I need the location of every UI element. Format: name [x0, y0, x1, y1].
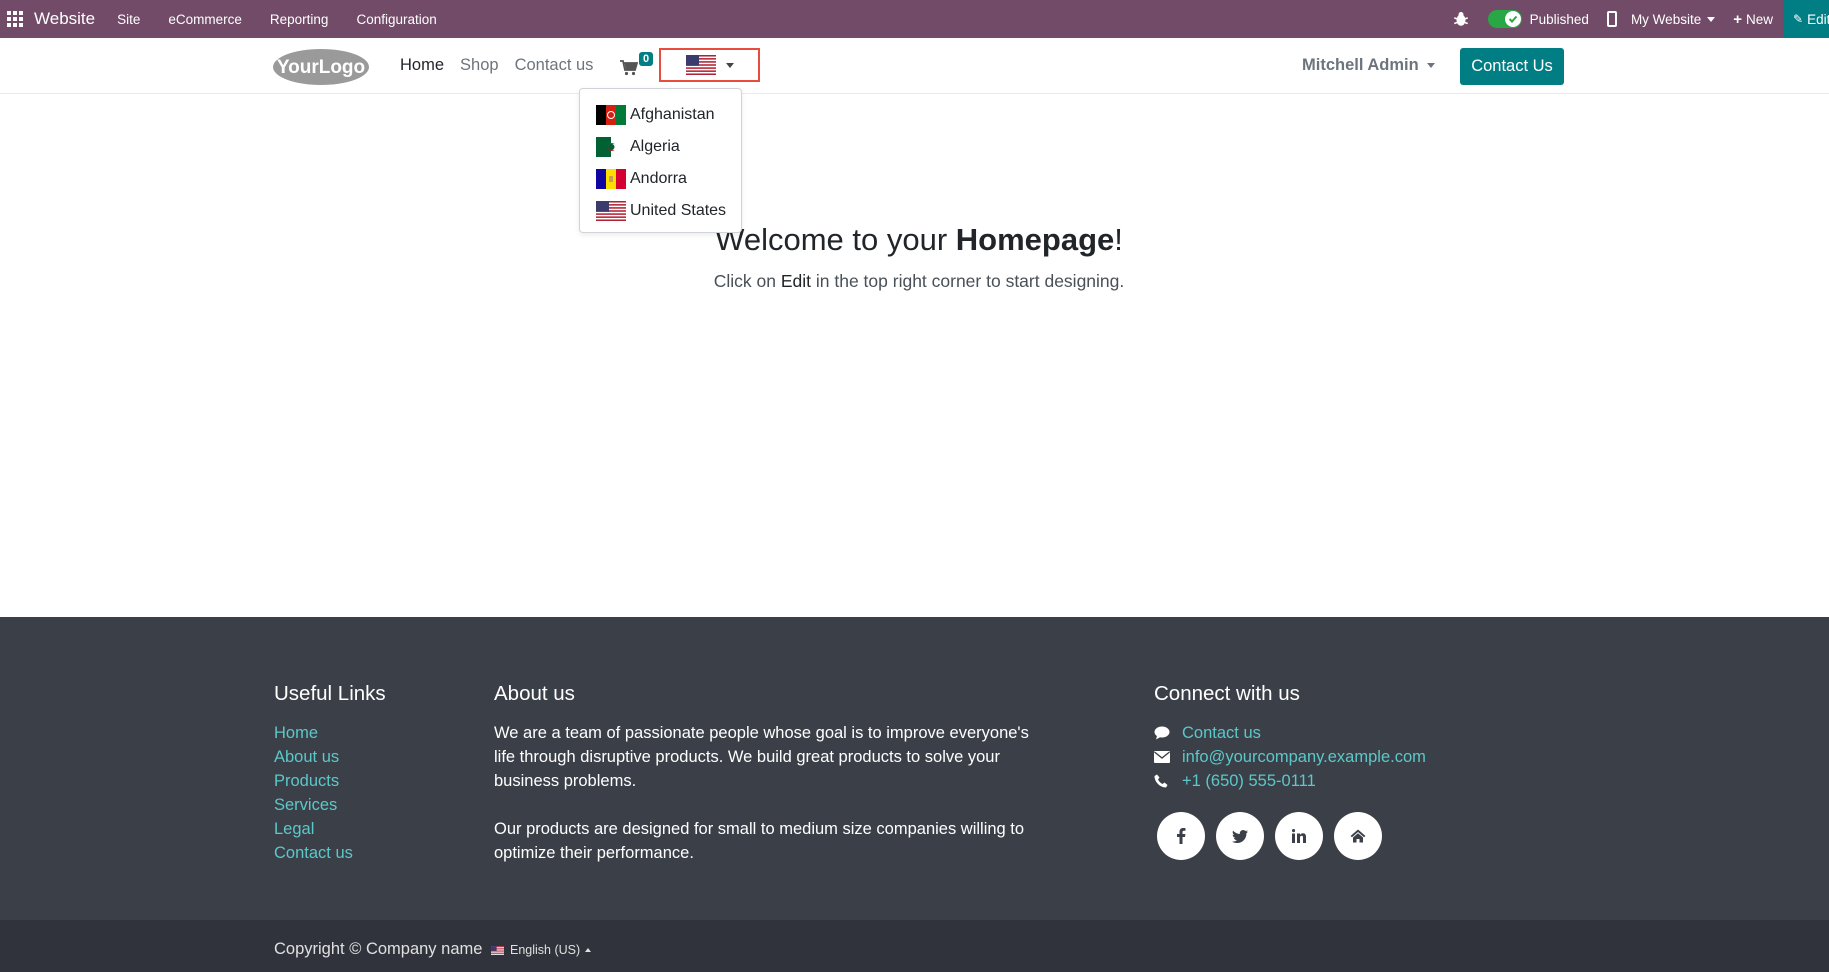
main-nav: Home Shop Contact us	[400, 56, 609, 75]
dropdown-item-united-states[interactable]: United States	[580, 195, 741, 227]
dropdown-item-label: United States	[630, 202, 727, 219]
country-dropdown-menu: Afghanistan Algeria Andorra United State…	[579, 88, 742, 233]
about-paragraph-1: We are a team of passionate people whose…	[494, 724, 1029, 790]
dropdown-item-afghanistan[interactable]: Afghanistan	[580, 99, 741, 131]
connect-phone-row[interactable]: +1 (650) 555-0111	[1154, 769, 1426, 793]
facebook-icon[interactable]	[1157, 812, 1205, 860]
site-footer: Useful Links Home About us Products Serv…	[0, 617, 1829, 920]
useful-links-list: Home About us Products Services Legal Co…	[274, 721, 353, 865]
welcome-bold: Homepage	[955, 222, 1115, 257]
admin-navbar: Website Site eCommerce Reporting Configu…	[0, 0, 1829, 38]
pencil-icon: ✎	[1793, 12, 1804, 26]
bug-icon[interactable]	[1452, 10, 1470, 28]
about-title: About us	[494, 682, 575, 705]
home-icon[interactable]	[1334, 812, 1382, 860]
edit-button-label: Edit	[1807, 11, 1829, 27]
sub-edit: Edit	[780, 271, 812, 291]
cart-link[interactable]: 0	[620, 52, 660, 80]
user-menu[interactable]: Mitchell Admin	[1302, 56, 1435, 75]
caret-down-icon	[1426, 63, 1435, 68]
footer-link-home[interactable]: Home	[274, 721, 353, 745]
new-button[interactable]: + New	[1733, 11, 1773, 28]
sub-suffix: in the top right corner to start designi…	[811, 271, 1125, 291]
phone-icon	[1154, 774, 1182, 788]
dropdown-item-label: Andorra	[630, 170, 687, 187]
country-selector[interactable]	[659, 48, 760, 82]
logo-text: YourLogo	[277, 57, 365, 78]
dropdown-item-label: Algeria	[630, 138, 680, 155]
copyright-text: Copyright © Company name	[274, 940, 483, 958]
connect-phone-link[interactable]: +1 (650) 555-0111	[1182, 769, 1316, 793]
menu-reporting[interactable]: Reporting	[270, 12, 329, 27]
about-paragraph-2: Our products are designed for small to m…	[494, 820, 1025, 862]
united-states-flag-icon	[685, 55, 716, 75]
copyright-bar: Copyright © Company name English (US)	[0, 920, 1829, 972]
app-brand[interactable]: Website	[34, 9, 95, 29]
website-switcher-label: My Website	[1630, 11, 1702, 27]
footer-link-contact-us[interactable]: Contact us	[274, 841, 353, 865]
useful-links-title: Useful Links	[274, 682, 386, 705]
plus-icon: +	[1733, 10, 1742, 28]
contact-us-button[interactable]: Contact Us	[1460, 48, 1564, 85]
nav-shop[interactable]: Shop	[460, 56, 499, 75]
site-header: YourLogo Home Shop Contact us 0 Mitchell…	[0, 38, 1829, 94]
language-selector[interactable]: English (US)	[491, 943, 592, 957]
welcome-prefix: Welcome to your	[715, 222, 956, 257]
language-label: English (US)	[510, 943, 581, 957]
check-icon	[1504, 11, 1521, 27]
caret-up-icon	[585, 948, 592, 952]
company-logo[interactable]: YourLogo	[272, 48, 370, 86]
welcome-suffix: !	[1114, 222, 1123, 257]
united-states-flag-icon	[596, 201, 626, 221]
connect-contact-row[interactable]: Contact us	[1154, 721, 1426, 745]
menu-site[interactable]: Site	[117, 12, 140, 27]
connect-email-row[interactable]: info@yourcompany.example.com	[1154, 745, 1426, 769]
website-switcher[interactable]: My Website	[1630, 11, 1716, 27]
andorra-flag-icon	[596, 169, 626, 189]
user-name: Mitchell Admin	[1302, 56, 1419, 74]
afghanistan-flag-icon	[596, 105, 626, 125]
connect-contact-link[interactable]: Contact us	[1182, 721, 1261, 745]
dropdown-item-algeria[interactable]: Algeria	[580, 131, 741, 163]
edit-button[interactable]: ✎ Edit	[1783, 0, 1829, 38]
nav-contact-us[interactable]: Contact us	[515, 56, 594, 75]
dropdown-item-label: Afghanistan	[630, 106, 715, 123]
envelope-icon	[1154, 751, 1182, 763]
published-label[interactable]: Published	[1530, 12, 1589, 27]
connect-title: Connect with us	[1154, 682, 1300, 705]
page-title: Welcome to your Homepage!	[0, 222, 1829, 258]
cart-count-badge: 0	[639, 52, 654, 66]
connect-email-link[interactable]: info@yourcompany.example.com	[1182, 745, 1426, 769]
social-links	[1157, 812, 1393, 860]
mobile-preview-icon[interactable]	[1606, 11, 1617, 27]
connect-list: Contact us info@yourcompany.example.com …	[1154, 721, 1426, 793]
twitter-icon[interactable]	[1216, 812, 1264, 860]
footer-link-products[interactable]: Products	[274, 769, 353, 793]
dropdown-item-andorra[interactable]: Andorra	[580, 163, 741, 195]
apps-menu-icon[interactable]	[0, 0, 30, 38]
linkedin-icon[interactable]	[1275, 812, 1323, 860]
sub-prefix: Click on	[713, 271, 781, 291]
menu-configuration[interactable]: Configuration	[356, 12, 436, 27]
published-toggle[interactable]	[1487, 10, 1522, 28]
nav-home[interactable]: Home	[400, 56, 444, 75]
caret-down-icon	[725, 62, 734, 68]
page-subtitle: Click on Edit in the top right corner to…	[0, 271, 1829, 292]
footer-link-about-us[interactable]: About us	[274, 745, 353, 769]
footer-link-services[interactable]: Services	[274, 793, 353, 817]
comment-icon	[1154, 726, 1182, 740]
caret-down-icon	[1707, 16, 1716, 22]
new-button-label: New	[1745, 11, 1773, 27]
about-text: We are a team of passionate people whose…	[494, 721, 1034, 865]
menu-ecommerce[interactable]: eCommerce	[168, 12, 242, 27]
united-states-flag-icon	[491, 945, 504, 955]
shopping-cart-icon	[620, 60, 638, 76]
footer-link-legal[interactable]: Legal	[274, 817, 353, 841]
algeria-flag-icon	[596, 137, 626, 157]
